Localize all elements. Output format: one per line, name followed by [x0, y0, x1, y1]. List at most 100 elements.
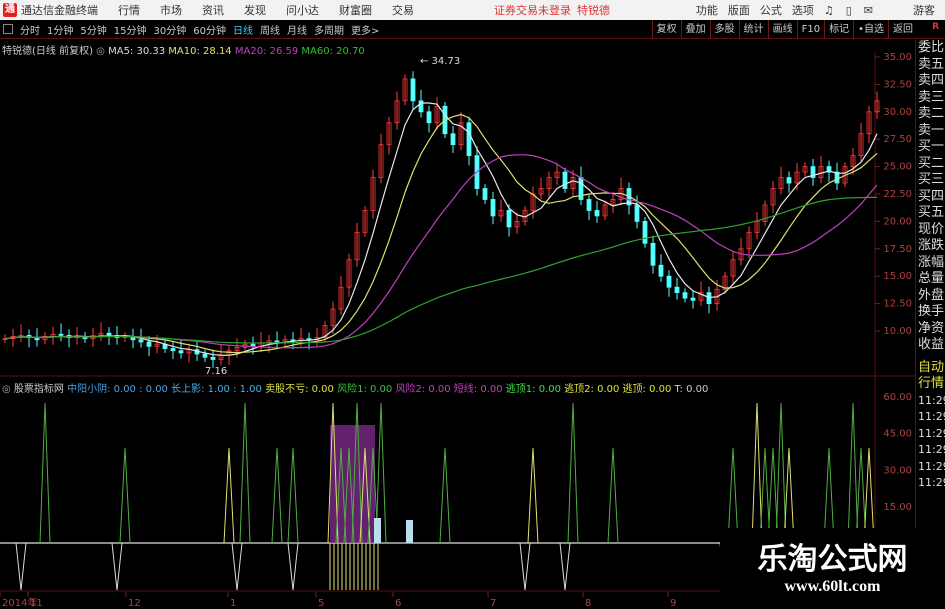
settings-icon[interactable]: ◎: [2, 384, 11, 395]
btn-add-watchlist[interactable]: •自选: [853, 20, 888, 39]
indicator-item: 逃顶: 0.00: [619, 384, 672, 395]
quote-panel-item[interactable]: 现价: [916, 222, 945, 239]
quote-panel-item[interactable]: 11:29: [916, 475, 945, 492]
menu-function[interactable]: 功能: [696, 2, 718, 18]
quote-panel-item[interactable]: 净资: [916, 321, 945, 338]
guest-label[interactable]: 游客: [913, 2, 935, 18]
date-tick-label: 9: [670, 598, 676, 609]
indicator-item: 中阳小阴: 0.00 : 0.00: [67, 384, 168, 395]
signal-bar: [406, 520, 413, 543]
panel-toggle-icon[interactable]: [3, 24, 13, 34]
quote-panel-item[interactable]: 11:29: [916, 442, 945, 459]
btn-rights[interactable]: 复权: [651, 20, 681, 39]
menu-formula[interactable]: 公式: [760, 2, 782, 18]
btn-f10[interactable]: F10: [796, 20, 824, 39]
menu-ask[interactable]: 问小达: [286, 2, 319, 18]
signal-dip: [111, 542, 123, 591]
price-tick-label: 32.50: [883, 79, 912, 90]
btn-back[interactable]: 返回: [888, 20, 917, 39]
period-60min[interactable]: 60分钟: [193, 22, 226, 37]
quote-panel-item[interactable]: 涨跌: [916, 238, 945, 255]
r-badge: R: [932, 22, 939, 32]
btn-overlay[interactable]: 叠加: [680, 20, 710, 39]
quote-panel-item[interactable]: 买二: [916, 156, 945, 173]
quote-panel-item[interactable]: 卖五: [916, 57, 945, 74]
signal-spike: [751, 402, 763, 544]
period-timeshare[interactable]: 分时: [20, 22, 40, 37]
period-weekly[interactable]: 周线: [260, 22, 280, 37]
quote-panel-item[interactable]: 卖二: [916, 106, 945, 123]
date-tick-label: 1: [230, 598, 236, 609]
settings-icon[interactable]: ◎: [96, 46, 105, 57]
candle-body: [586, 199, 592, 211]
indicator-info: ◎ 股票指标网 中阳小阴: 0.00 : 0.00 长上影: 1.00 : 1.…: [2, 380, 708, 395]
period-more[interactable]: 更多>: [351, 22, 379, 37]
quote-panel-item[interactable]: 买三: [916, 172, 945, 189]
period-multi[interactable]: 多周期: [314, 22, 344, 37]
period-30min[interactable]: 30分钟: [153, 22, 186, 37]
menu-market[interactable]: 市场: [160, 2, 182, 18]
menu-quotes[interactable]: 行情: [118, 2, 140, 18]
watermark: 乐淘公式网 www.60lt.com: [720, 528, 945, 609]
quote-panel-item[interactable]: 涨幅: [916, 255, 945, 272]
menu-layout[interactable]: 版面: [728, 2, 750, 18]
service-icon[interactable]: ♫: [824, 4, 834, 17]
menu-news[interactable]: 资讯: [202, 2, 224, 18]
period-5min[interactable]: 5分钟: [80, 22, 106, 37]
quote-panel-item[interactable]: 11:29: [916, 409, 945, 426]
indicator-name[interactable]: 股票指标网: [14, 384, 64, 395]
kline-chart[interactable]: 35.00 32.50 30.00 27.50 25.00 22.50 20.00 17.50…: [0, 40, 915, 609]
login-status[interactable]: 证券交易未登录: [494, 2, 571, 18]
quote-panel-item[interactable]: 自动: [916, 360, 945, 377]
price-tick-label: 20.00: [883, 216, 912, 227]
menu-wealth[interactable]: 财富圈: [339, 2, 372, 18]
quote-panel-item[interactable]: 换手: [916, 304, 945, 321]
quote-panel-item[interactable]: 买四: [916, 189, 945, 206]
date-tick-label: 12: [128, 598, 141, 609]
candle-body: [674, 286, 680, 294]
period-monthly[interactable]: 月线: [287, 22, 307, 37]
menu-discover[interactable]: 发现: [244, 2, 266, 18]
quote-panel-item[interactable]: 委比: [916, 40, 945, 57]
candle-body: [426, 111, 432, 124]
candle-body: [682, 292, 688, 299]
menu-options[interactable]: 选项: [792, 2, 814, 18]
quote-panel-item[interactable]: 卖四: [916, 73, 945, 90]
quote-panel-item[interactable]: 买五: [916, 205, 945, 222]
indicator-item: T: 0.00: [671, 384, 709, 395]
period-15min[interactable]: 15分钟: [114, 22, 147, 37]
quote-panel-item[interactable]: 11:29: [916, 459, 945, 476]
quote-panel-item[interactable]: 卖三: [916, 90, 945, 107]
quote-panel-item[interactable]: 行情: [916, 376, 945, 393]
btn-mark[interactable]: 标记: [824, 20, 853, 39]
quote-panel-item[interactable]: 收益: [916, 337, 945, 354]
indicator-item: 卖股不亏: 0.00: [261, 384, 334, 395]
main-chart-info: 特锐德(日线 前复权) ◎ MA5: 30.33 MA10: 28.14 MA2…: [2, 42, 365, 57]
candle-body: [274, 340, 280, 343]
quote-panel-item[interactable]: 11:29: [916, 426, 945, 443]
phone-icon[interactable]: ▯: [846, 4, 852, 17]
btn-draw[interactable]: 画线: [767, 20, 797, 39]
quote-panel-item[interactable]: 11:29: [916, 393, 945, 410]
candle-body: [450, 133, 456, 146]
candle-body: [594, 210, 600, 217]
quote-panel-item[interactable]: 外盘: [916, 288, 945, 305]
message-icon[interactable]: ✉: [864, 4, 873, 17]
menu-trade[interactable]: 交易: [392, 2, 414, 18]
period-1min[interactable]: 1分钟: [47, 22, 73, 37]
candle-body: [170, 348, 176, 352]
signal-spike: [439, 447, 451, 544]
quote-panel-item[interactable]: 买一: [916, 139, 945, 156]
quote-panel-item[interactable]: 总量: [916, 271, 945, 288]
signal-spike: [847, 402, 859, 544]
btn-multi-stock[interactable]: 多股: [709, 20, 739, 39]
btn-stats[interactable]: 统计: [738, 20, 768, 39]
candle-body: [706, 292, 712, 304]
signal-dip: [287, 542, 299, 591]
low-price-label: 7.16: [205, 366, 227, 377]
quote-panel-item[interactable]: 卖一: [916, 123, 945, 140]
period-daily[interactable]: 日线: [233, 22, 253, 37]
candle-body: [562, 171, 568, 189]
candle-body: [106, 332, 112, 336]
candle-body: [490, 199, 496, 217]
